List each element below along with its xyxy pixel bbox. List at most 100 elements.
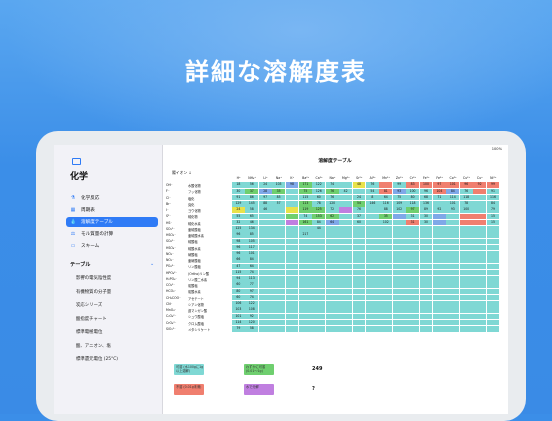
solubility-cell[interactable] — [366, 294, 379, 301]
solubility-cell[interactable] — [285, 244, 299, 251]
solubility-cell[interactable] — [392, 326, 406, 332]
solubility-cell[interactable] — [339, 244, 352, 251]
solubility-cell[interactable]: 57 — [272, 201, 285, 207]
solubility-cell[interactable] — [339, 194, 352, 201]
solubility-cell[interactable]: 60 — [232, 294, 245, 301]
solubility-cell[interactable] — [299, 326, 312, 332]
solubility-cell[interactable] — [272, 226, 285, 232]
solubility-cell[interactable] — [406, 232, 419, 238]
solubility-cell[interactable]: 125 — [312, 207, 326, 213]
solubility-cell[interactable]: 64 — [245, 263, 259, 270]
solubility-cell[interactable] — [352, 301, 366, 307]
solubility-cell[interactable] — [299, 226, 312, 232]
solubility-cell[interactable]: 100 — [419, 182, 433, 188]
solubility-cell[interactable] — [446, 226, 460, 232]
solubility-cell[interactable] — [459, 288, 473, 295]
solubility-cell[interactable] — [285, 219, 299, 226]
solubility-cell[interactable]: 81 — [379, 188, 393, 195]
solubility-cell[interactable] — [272, 219, 285, 226]
solubility-cell[interactable]: 161 — [299, 219, 312, 226]
solubility-cell[interactable] — [325, 238, 339, 245]
solubility-cell[interactable] — [352, 232, 366, 238]
solubility-cell[interactable] — [258, 319, 272, 326]
solubility-cell[interactable]: 80 — [406, 194, 419, 201]
solubility-cell[interactable] — [366, 232, 379, 238]
solubility-cell[interactable] — [379, 182, 393, 188]
solubility-cell[interactable] — [459, 282, 473, 288]
solubility-cell[interactable]: 106 — [232, 301, 245, 307]
solubility-cell[interactable] — [486, 319, 500, 326]
solubility-cell[interactable]: 76 — [366, 182, 379, 188]
solubility-cell[interactable] — [299, 294, 312, 301]
solubility-cell[interactable] — [312, 257, 326, 263]
solubility-cell[interactable]: 100 — [406, 188, 419, 195]
solubility-cell[interactable] — [446, 232, 460, 238]
solubility-cell[interactable]: 146 — [366, 201, 379, 207]
solubility-cell[interactable] — [473, 269, 486, 276]
solubility-cell[interactable] — [392, 282, 406, 288]
solubility-cell[interactable] — [312, 313, 326, 320]
solubility-cell[interactable]: 92 — [433, 207, 446, 213]
solubility-cell[interactable] — [285, 238, 299, 245]
solubility-cell[interactable]: 15 — [486, 213, 500, 220]
solubility-cell[interactable] — [366, 276, 379, 282]
solubility-cell[interactable] — [258, 263, 272, 270]
solubility-cell[interactable] — [459, 307, 473, 313]
solubility-cell[interactable] — [433, 226, 446, 232]
solubility-cell[interactable] — [366, 257, 379, 263]
solubility-cell[interactable]: 93 — [446, 207, 460, 213]
solubility-cell[interactable] — [392, 213, 406, 220]
solubility-cell[interactable] — [473, 326, 486, 332]
solubility-cell[interactable]: 118 — [459, 194, 473, 201]
solubility-cell[interactable] — [419, 326, 433, 332]
solubility-cell[interactable] — [325, 307, 339, 313]
sidebar-sub-item[interactable]: 炭応シリーズ — [76, 302, 102, 308]
solubility-cell[interactable] — [379, 326, 393, 332]
solubility-cell[interactable]: 105 — [245, 238, 259, 245]
solubility-cell[interactable] — [406, 251, 419, 257]
solubility-cell[interactable] — [339, 276, 352, 282]
sidebar-sub-item[interactable]: 酸指度チャート — [76, 316, 107, 322]
solubility-cell[interactable] — [406, 276, 419, 282]
solubility-cell[interactable]: 134 — [245, 226, 259, 232]
solubility-cell[interactable] — [473, 188, 486, 195]
solubility-cell[interactable] — [325, 282, 339, 288]
solubility-cell[interactable] — [473, 282, 486, 288]
solubility-cell[interactable]: 74 — [299, 213, 312, 220]
section-header-tables[interactable]: テーブル — [70, 261, 90, 268]
solubility-cell[interactable] — [433, 276, 446, 282]
solubility-cell[interactable]: 114 — [446, 194, 460, 201]
solubility-cell[interactable] — [459, 269, 473, 276]
solubility-cell[interactable] — [352, 326, 366, 332]
solubility-cell[interactable] — [392, 313, 406, 320]
solubility-cell[interactable] — [312, 294, 326, 301]
solubility-cell[interactable] — [272, 276, 285, 282]
solubility-cell[interactable] — [379, 313, 393, 320]
solubility-cell[interactable] — [339, 313, 352, 320]
solubility-cell[interactable] — [352, 282, 366, 288]
solubility-cell[interactable]: 31 — [406, 219, 419, 226]
solubility-cell[interactable] — [272, 232, 285, 238]
solubility-cell[interactable]: 35 — [379, 213, 393, 220]
solubility-cell[interactable] — [379, 238, 393, 245]
solubility-cell[interactable] — [486, 251, 500, 257]
solubility-cell[interactable] — [352, 269, 366, 276]
solubility-cell[interactable] — [258, 307, 272, 313]
solubility-cell[interactable]: 96 — [232, 244, 245, 251]
solubility-cell[interactable] — [366, 313, 379, 320]
solubility-cell[interactable] — [272, 269, 285, 276]
solubility-cell[interactable] — [379, 276, 393, 282]
solubility-cell[interactable] — [486, 232, 500, 238]
solubility-cell[interactable]: 58 — [245, 207, 259, 213]
solubility-cell[interactable]: 115 — [299, 194, 312, 201]
solubility-cell[interactable]: 84 — [486, 201, 500, 207]
solubility-cell[interactable] — [258, 326, 272, 332]
sidebar-item-0[interactable]: ⚗ 化学反応 — [66, 193, 158, 203]
solubility-cell[interactable]: 99 — [486, 182, 500, 188]
solubility-cell[interactable] — [473, 201, 486, 207]
solubility-cell[interactable] — [339, 201, 352, 207]
solubility-cell[interactable] — [379, 294, 393, 301]
solubility-cell[interactable] — [325, 263, 339, 270]
solubility-cell[interactable]: 97 — [406, 207, 419, 213]
solubility-cell[interactable] — [433, 257, 446, 263]
